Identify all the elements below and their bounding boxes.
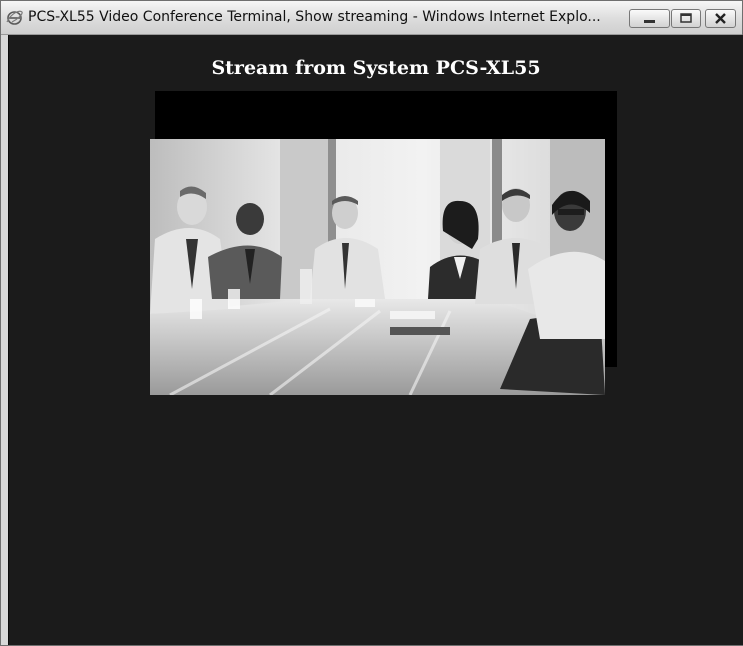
close-button[interactable] <box>705 9 736 28</box>
window-titlebar[interactable]: PCS-XL55 Video Conference Terminal, Show… <box>1 1 742 35</box>
page-content: Stream from System PCS-XL55 <box>8 35 743 645</box>
maximize-icon <box>672 10 700 27</box>
stream-title: Stream from System PCS-XL55 <box>211 57 541 79</box>
window-title: PCS-XL55 Video Conference Terminal, Show… <box>28 9 601 25</box>
close-icon <box>706 10 735 27</box>
ie-icon <box>6 9 23 26</box>
browser-window: PCS-XL55 Video Conference Terminal, Show… <box>0 0 743 646</box>
video-image <box>150 139 605 395</box>
video-frame[interactable] <box>150 139 605 395</box>
maximize-button[interactable] <box>671 9 701 28</box>
minimize-button[interactable] <box>629 9 670 28</box>
minimize-icon <box>630 10 669 27</box>
